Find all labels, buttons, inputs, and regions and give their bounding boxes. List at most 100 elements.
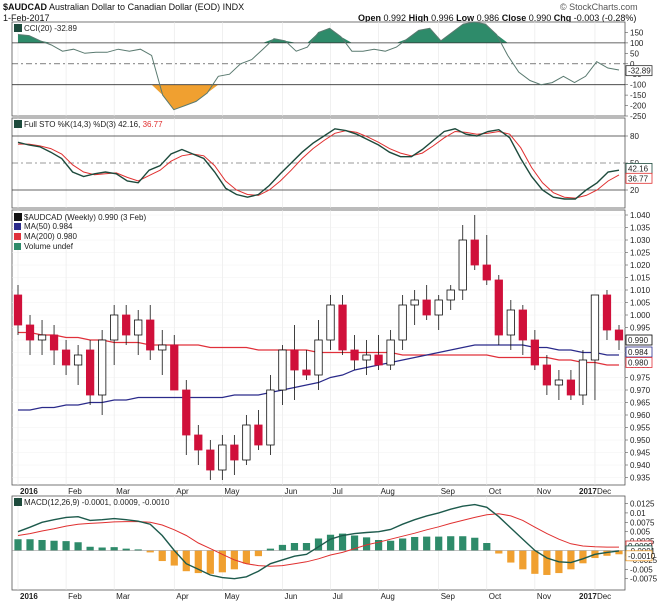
candle-body <box>206 449 215 471</box>
price-current-value: 0.990 <box>628 336 649 345</box>
price-axis-tick-label: 1.035 <box>630 224 651 233</box>
macd-month-label: 2016 <box>20 592 38 601</box>
price-axis-tick-label: 1.030 <box>630 236 651 245</box>
price-month-label: Dec <box>597 487 611 496</box>
price-month-label: May <box>224 487 239 496</box>
candle-body <box>446 289 455 301</box>
candle-body <box>614 329 624 341</box>
price-axis-tick-label: 0.995 <box>630 324 651 333</box>
candle-body <box>482 264 491 281</box>
price-legend-swatch <box>14 213 22 221</box>
macd-histogram-bar <box>26 539 34 551</box>
price-month-label: 2017 <box>579 487 597 496</box>
candle-body <box>554 379 564 386</box>
price-axis-tick-label: 0.960 <box>630 411 651 420</box>
candle-body <box>98 339 107 396</box>
macd-histogram-bar <box>254 550 263 557</box>
candle-body <box>350 349 359 361</box>
macd-hist-current-value: -0.0010 <box>628 552 656 561</box>
macd-histogram-bar <box>447 536 455 551</box>
price-axis-tick-label: 1.005 <box>630 299 651 308</box>
macd-month-label: Oct <box>489 592 502 601</box>
price-month-label: Aug <box>381 487 395 496</box>
macd-month-label: Dec <box>597 592 611 601</box>
cci-legend-swatch <box>14 24 22 32</box>
macd-histogram-bar <box>74 542 82 551</box>
price-month-label: Apr <box>176 487 189 496</box>
price-axis-tick-label: 0.950 <box>630 436 651 445</box>
macd-histogram-bar <box>62 541 70 551</box>
price-month-label: Oct <box>489 487 502 496</box>
macd-histogram-bar <box>14 539 22 551</box>
cci-axis-tick-label: -150 <box>630 91 647 100</box>
macd-histogram-bar <box>50 540 58 551</box>
candle-body <box>85 349 95 396</box>
macd-month-label: Apr <box>176 592 189 601</box>
candle-body <box>398 304 407 341</box>
price-month-label: Nov <box>537 487 551 496</box>
cci-axis-tick-label: 150 <box>630 28 644 37</box>
macd-histogram-bar <box>579 550 587 564</box>
candle-body <box>302 369 311 376</box>
macd-month-label: Aug <box>381 592 395 601</box>
macd-month-label: Feb <box>68 592 82 601</box>
cci-axis-tick-label: -250 <box>630 112 647 121</box>
candle-body <box>314 339 323 376</box>
price-axis-tick-label: 0.965 <box>630 399 651 408</box>
macd-histogram-bar <box>206 550 214 574</box>
macd-histogram-bar <box>158 550 166 562</box>
price-axis-tick-label: 1.015 <box>630 274 651 283</box>
macd-axis-tick-label: 0.0075 <box>630 518 655 527</box>
macd-histogram-bar <box>278 544 287 551</box>
macd-histogram-bar <box>519 550 527 570</box>
candle-body <box>386 339 395 366</box>
macd-month-label: Nov <box>537 592 551 601</box>
macd-month-label: Sep <box>441 592 456 601</box>
price-title: $AUDCAD (Weekly) 0.990 (3 Feb) <box>24 213 146 222</box>
sto-k-current-value: 42.16 <box>628 164 649 173</box>
price-month-label: Jul <box>333 487 343 496</box>
candle-body <box>134 319 143 336</box>
price-month-label: Sep <box>441 487 456 496</box>
macd-histogram-bar <box>507 550 515 563</box>
sto-legend-swatch <box>14 120 22 128</box>
macd-axis-tick-label: 0.005 <box>630 528 651 537</box>
macd-histogram-bar <box>266 548 275 551</box>
macd-histogram-bar <box>411 536 419 551</box>
price-legend-swatch-2 <box>14 243 21 250</box>
candle-body <box>25 324 35 341</box>
candle-body <box>13 294 23 326</box>
candle-body <box>242 424 251 461</box>
candle-body <box>338 304 347 351</box>
macd-month-label: Mar <box>116 592 130 601</box>
candle-body <box>542 364 552 386</box>
candle-body <box>518 309 527 341</box>
ma50-current-value: 0.984 <box>628 348 649 357</box>
macd-month-label: 2017 <box>579 592 597 601</box>
candle-body <box>494 279 503 336</box>
candle-body <box>362 354 371 361</box>
price-axis-tick-label: 0.945 <box>630 449 651 458</box>
macd-histogram-bar <box>290 543 299 551</box>
macd-histogram-bar <box>471 537 479 551</box>
candle-body <box>566 379 576 396</box>
macd-histogram-bar <box>567 550 575 570</box>
stock-chart: $AUDCAD Australian Dollar to Canadian Do… <box>0 0 670 603</box>
cci-axis-tick-label: -200 <box>630 102 647 111</box>
ma200-current-value: 0.980 <box>628 359 649 368</box>
candle-body <box>422 299 431 316</box>
macd-histogram-bar <box>531 550 539 574</box>
macd-histogram-bar <box>543 550 551 575</box>
cci-axis-tick-label: 100 <box>630 39 644 48</box>
sto-d-current-value: 36.77 <box>628 174 649 183</box>
macd-month-label: May <box>224 592 239 601</box>
candle-body <box>37 334 47 341</box>
sto-axis-tick-label: 80 <box>630 132 639 141</box>
cci-current-value: -32.89 <box>628 67 651 76</box>
price-legend-label: Volume undef <box>24 242 74 251</box>
price-axis-tick-label: 1.040 <box>630 211 651 220</box>
macd-legend-swatch <box>14 498 22 506</box>
price-axis-tick-label: 0.970 <box>630 386 651 395</box>
macd-month-label: Jul <box>333 592 343 601</box>
macd-axis-tick-label: -0.005 <box>630 565 653 574</box>
